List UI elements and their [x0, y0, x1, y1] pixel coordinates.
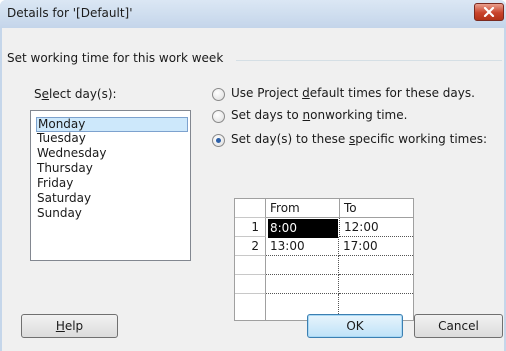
list-item-wednesday[interactable]: Wednesday: [37, 146, 188, 161]
to-cell-row-3[interactable]: [339, 256, 413, 275]
radio-default-times[interactable]: [212, 88, 225, 101]
row-header-1: 1: [235, 218, 266, 237]
list-item-monday[interactable]: Monday: [36, 117, 188, 132]
row-header-4: [235, 275, 266, 294]
to-cell-row-1[interactable]: 12:00: [339, 218, 413, 237]
group-divider: [236, 60, 502, 61]
dialog-body: Set working time for this work week Sele…: [2, 28, 504, 351]
grid-corner: [235, 199, 266, 218]
day-listbox[interactable]: Monday Tuesday Wednesday Thursday Friday…: [30, 110, 191, 261]
title-bar: Details for '[Default]': [0, 0, 506, 28]
from-cell-row-2[interactable]: 13:00: [266, 237, 339, 256]
list-item-friday[interactable]: Friday: [37, 176, 188, 191]
radio-nonworking[interactable]: [212, 110, 225, 123]
column-header-from: From: [266, 199, 339, 218]
row-header-3: [235, 256, 266, 275]
radio-specific-times-label[interactable]: Set day(s) to these specific working tim…: [231, 132, 487, 146]
group-title: Set working time for this work week: [7, 51, 224, 65]
row-header-2: 2: [235, 237, 266, 256]
help-button[interactable]: Help: [21, 314, 118, 338]
close-icon: [483, 7, 495, 17]
list-item-tuesday[interactable]: Tuesday: [37, 131, 188, 146]
to-cell-row-2[interactable]: 17:00: [339, 237, 413, 256]
from-cell-row-1[interactable]: 8:00: [268, 219, 338, 238]
radio-nonworking-label[interactable]: Set days to nonworking time.: [231, 108, 407, 122]
to-cell-row-4[interactable]: [339, 275, 413, 294]
column-header-to: To: [339, 199, 413, 218]
window-title: Details for '[Default]': [7, 6, 133, 20]
list-item-sunday[interactable]: Sunday: [37, 206, 188, 221]
from-cell-row-4[interactable]: [266, 275, 339, 294]
working-times-grid[interactable]: From To 1 8:00 12:00 2 13:00 17:00: [234, 198, 414, 321]
cancel-button[interactable]: Cancel: [414, 314, 503, 338]
ok-button[interactable]: OK: [307, 314, 403, 338]
from-cell-row-3[interactable]: [266, 256, 339, 275]
dialog-window: Details for '[Default]' Set working time…: [0, 0, 506, 351]
list-item-thursday[interactable]: Thursday: [37, 161, 188, 176]
radio-default-times-label[interactable]: Use Project default times for these days…: [231, 86, 475, 100]
radio-specific-times[interactable]: [212, 134, 225, 147]
row-header-5: [235, 294, 266, 320]
list-item-saturday[interactable]: Saturday: [37, 191, 188, 206]
select-days-label: Select day(s):: [34, 87, 117, 101]
close-button[interactable]: [474, 3, 504, 21]
